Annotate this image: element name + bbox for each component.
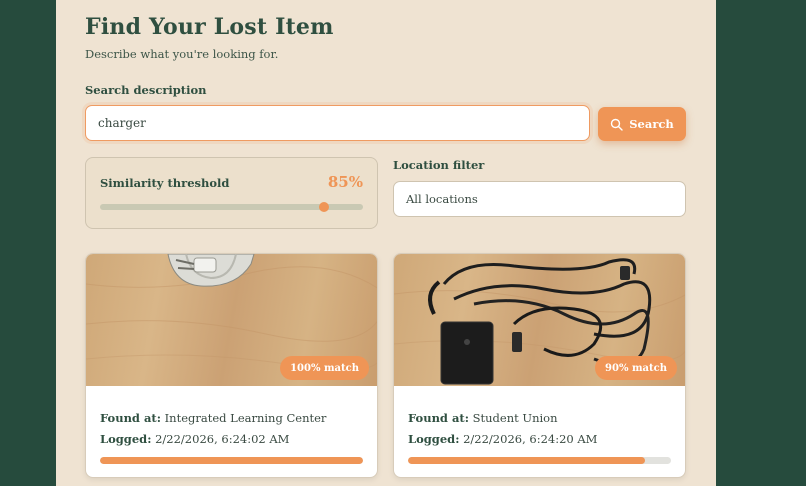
threshold-slider[interactable] (100, 202, 363, 212)
similarity-threshold-panel: Similarity threshold 85% (85, 157, 378, 229)
search-button-label: Search (629, 117, 674, 131)
search-icon (610, 118, 623, 131)
logged-label: Logged: (408, 432, 460, 446)
location-filter-label: Location filter (393, 158, 485, 172)
found-at-line: Found at: Student Union (408, 411, 558, 425)
match-bar (100, 457, 363, 464)
found-at-label: Found at: (100, 411, 161, 425)
location-filter-select[interactable]: All locations (393, 181, 686, 217)
found-at-label: Found at: (408, 411, 469, 425)
match-bar-fill (408, 457, 645, 464)
location-filter-value: All locations (406, 192, 478, 206)
threshold-value: 85% (327, 173, 363, 191)
logged-label: Logged: (100, 432, 152, 446)
page-title: Find Your Lost Item (85, 14, 334, 40)
search-input[interactable] (85, 105, 590, 141)
found-at-line: Found at: Integrated Learning Center (100, 411, 326, 425)
match-badge: 90% match (595, 356, 677, 380)
threshold-slider-thumb[interactable] (318, 202, 329, 212)
logged-line: Logged: 2/22/2026, 6:24:20 AM (408, 432, 597, 446)
threshold-label: Similarity threshold (100, 176, 230, 190)
logged-line: Logged: 2/22/2026, 6:24:02 AM (100, 432, 289, 446)
logged-value: 2/22/2026, 6:24:02 AM (155, 432, 290, 446)
item-photo: 100% match (86, 254, 377, 386)
search-label: Search description (85, 83, 207, 97)
result-card[interactable]: 100% match Found at: Integrated Learning… (85, 253, 378, 478)
match-bar (408, 457, 671, 464)
match-bar-fill (100, 457, 363, 464)
found-at-value: Student Union (472, 411, 558, 425)
item-photo: 90% match (394, 254, 685, 386)
page-subtitle: Describe what you're looking for. (85, 47, 279, 61)
result-card[interactable]: 90% match Found at: Student Union Logged… (393, 253, 686, 478)
search-button[interactable]: Search (598, 107, 686, 141)
main-panel: Find Your Lost Item Describe what you're… (56, 0, 716, 486)
match-badge: 100% match (280, 356, 369, 380)
found-at-value: Integrated Learning Center (164, 411, 327, 425)
logged-value: 2/22/2026, 6:24:20 AM (463, 432, 598, 446)
